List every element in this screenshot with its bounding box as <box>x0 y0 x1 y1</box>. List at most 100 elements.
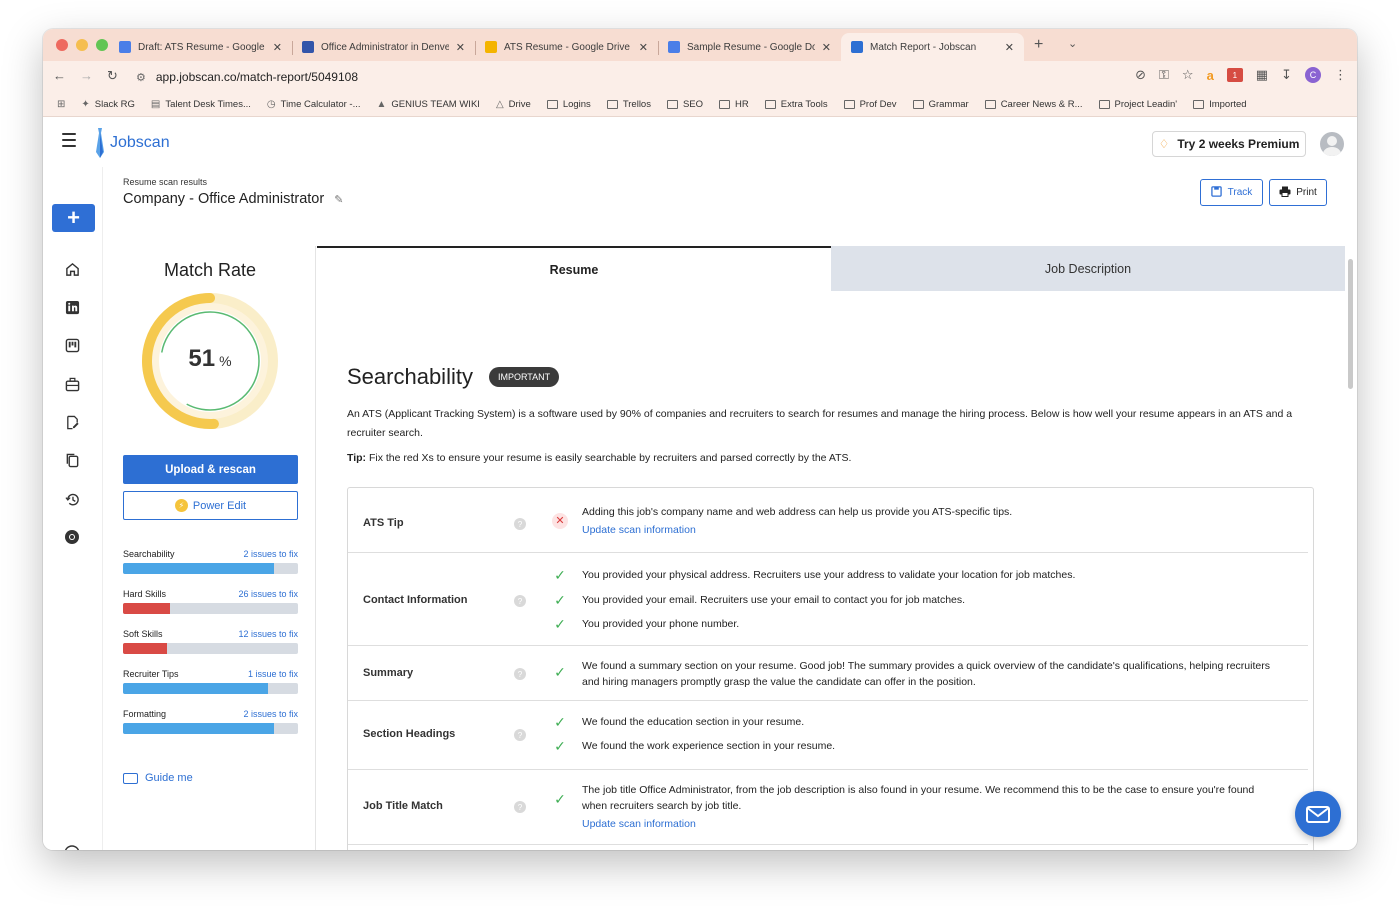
new-tab-button[interactable]: + <box>1034 36 1043 54</box>
tab-close-icon[interactable]: ✕ <box>273 41 282 54</box>
cover-letter-edit-icon[interactable] <box>63 413 81 431</box>
score-metric[interactable]: Formatting 2 issues to fix <box>123 709 298 734</box>
searchability-row: Section Headings? ✓ We found the education… <box>348 701 1308 770</box>
bookmark-item[interactable]: Grammar <box>912 99 969 110</box>
tab-search-chevron-icon[interactable]: ⌄ <box>1068 37 1077 50</box>
tab-resume[interactable]: Resume <box>317 246 831 291</box>
info-question-icon[interactable]: ? <box>514 668 526 680</box>
page-scrollbar[interactable] <box>1348 259 1353 389</box>
browser-tab[interactable]: Draft: ATS Resume - Google D ✕ <box>109 33 292 61</box>
edit-pencil-icon[interactable]: ✎ <box>334 193 343 206</box>
folder-icon <box>843 99 855 109</box>
metric-issues-link[interactable]: 12 issues to fix <box>238 629 298 639</box>
hamburger-menu-icon[interactable] <box>62 133 76 151</box>
apps-grid-button[interactable]: ⊞ <box>57 99 65 110</box>
power-edit-button[interactable]: ⚡ Power Edit <box>123 491 298 520</box>
close-window-button[interactable] <box>56 39 68 51</box>
menu-kebab-icon[interactable]: ⋮ <box>1334 67 1347 83</box>
tab-close-icon[interactable]: ✕ <box>639 41 648 54</box>
guide-label: Guide me <box>145 772 193 784</box>
linkedin-icon[interactable] <box>63 298 81 316</box>
briefcase-icon[interactable] <box>63 375 81 393</box>
minimize-window-button[interactable] <box>76 39 88 51</box>
row-label: Summary <box>363 667 414 679</box>
print-label: Print <box>1296 187 1317 198</box>
info-question-icon[interactable]: ? <box>514 801 526 813</box>
upload-rescan-button[interactable]: Upload & rescan <box>123 455 298 484</box>
bookmark-item[interactable]: △ Drive <box>496 99 531 110</box>
home-icon[interactable] <box>63 260 81 278</box>
bookmark-label: SEO <box>682 98 704 110</box>
site-info-icon[interactable]: ⚙ <box>136 71 146 84</box>
back-icon[interactable]: ← <box>53 68 66 84</box>
help-question-icon[interactable]: ? <box>63 844 81 850</box>
reload-icon[interactable]: ↻ <box>107 68 118 84</box>
browser-tab[interactable]: Match Report - Jobscan ✕ <box>841 33 1024 61</box>
jobscan-logo[interactable]: Jobscan <box>95 128 170 158</box>
metric-issues-link[interactable]: 26 issues to fix <box>238 589 298 599</box>
browser-tab[interactable]: ATS Resume - Google Drive ✕ <box>475 33 658 61</box>
bookmark-item[interactable]: ◷ Time Calculator -... <box>267 99 361 110</box>
eye-slash-icon[interactable]: ⊘ <box>1135 67 1146 83</box>
chrome-extension-icon[interactable] <box>63 528 81 546</box>
score-metric[interactable]: Recruiter Tips 1 issue to fix <box>123 669 298 694</box>
new-scan-plus-button[interactable]: + <box>52 204 95 232</box>
address-bar[interactable]: ⚙ app.jobscan.co/match-report/5049108 <box>136 66 1128 88</box>
star-icon[interactable]: ☆ <box>1182 67 1194 83</box>
forward-icon[interactable]: → <box>80 68 93 84</box>
tracker-board-icon[interactable] <box>63 336 81 354</box>
metric-issues-link[interactable]: 1 issue to fix <box>248 669 298 679</box>
row-label: Contact Information <box>363 594 468 606</box>
profile-avatar[interactable]: C <box>1305 67 1321 83</box>
user-avatar[interactable] <box>1320 132 1344 156</box>
tab-close-icon[interactable]: ✕ <box>1005 41 1014 54</box>
bookmark-item[interactable]: ✦ Slack RG <box>81 99 135 110</box>
score-metric[interactable]: Hard Skills 26 issues to fix <box>123 589 298 614</box>
bookmark-item[interactable]: Imported <box>1193 99 1247 110</box>
metric-header: Recruiter Tips 1 issue to fix <box>123 669 298 679</box>
maximize-window-button[interactable] <box>96 39 108 51</box>
key-icon[interactable]: ⚿ <box>1159 67 1169 83</box>
guide-me-link[interactable]: Guide me <box>123 772 193 784</box>
bookmark-item[interactable]: Extra Tools <box>764 99 828 110</box>
browser-tab[interactable]: Office Administrator in Denve ✕ <box>292 33 475 61</box>
apps-icon: ⊞ <box>57 98 66 110</box>
info-question-icon[interactable]: ? <box>514 595 526 607</box>
check-item: ✓ You provided your email. Recruiters use… <box>552 592 1282 608</box>
bookmark-item[interactable]: SEO <box>666 98 704 110</box>
info-question-icon[interactable]: ? <box>514 518 526 530</box>
update-scan-link[interactable]: Update scan information <box>582 522 1282 538</box>
bookmark-item[interactable]: Career News & R... <box>984 99 1083 110</box>
update-scan-link[interactable]: Update scan information <box>582 816 1282 832</box>
metric-issues-link[interactable]: 2 issues to fix <box>243 549 298 559</box>
tab-close-icon[interactable]: ✕ <box>456 41 465 54</box>
row-label: Section Headings <box>363 728 456 740</box>
score-metric[interactable]: Soft Skills 12 issues to fix <box>123 629 298 654</box>
score-metric[interactable]: Searchability 2 issues to fix <box>123 549 298 574</box>
tab-job-description[interactable]: Job Description <box>831 246 1345 291</box>
folder-icon <box>546 99 558 109</box>
metric-issues-link[interactable]: 2 issues to fix <box>243 709 298 719</box>
print-button[interactable]: Print <box>1269 179 1327 206</box>
bookmark-item[interactable]: Project Leadin' <box>1098 99 1177 110</box>
amazon-extension-icon[interactable]: a <box>1207 68 1214 83</box>
documents-copy-icon[interactable] <box>63 451 81 469</box>
tab-close-icon[interactable]: ✕ <box>822 41 831 54</box>
history-icon[interactable] <box>63 490 81 508</box>
bookmark-item[interactable]: Prof Dev <box>843 99 897 110</box>
tab-title: Sample Resume - Google Doc <box>687 41 815 53</box>
info-question-icon[interactable]: ? <box>514 729 526 741</box>
download-icon[interactable]: ↧ <box>1281 67 1292 83</box>
bookmark-item[interactable]: ▤ Talent Desk Times... <box>151 99 251 110</box>
extensions-puzzle-icon[interactable]: ▦ <box>1256 67 1268 83</box>
try-premium-button[interactable]: ♢ Try 2 weeks Premium <box>1152 131 1306 157</box>
bookmark-item[interactable]: Trellos <box>606 99 651 110</box>
bookmark-item[interactable]: ▲ GENIUS TEAM WIKI <box>377 99 480 110</box>
browser-tab[interactable]: Sample Resume - Google Doc ✕ <box>658 33 841 61</box>
track-button[interactable]: Track <box>1200 179 1263 206</box>
bookmark-item[interactable]: HR <box>719 99 749 110</box>
metric-name: Formatting <box>123 709 167 719</box>
mail-chat-button[interactable] <box>1295 791 1341 837</box>
extension-badge-icon[interactable]: 1 <box>1226 68 1243 82</box>
bookmark-item[interactable]: Logins <box>546 99 591 110</box>
